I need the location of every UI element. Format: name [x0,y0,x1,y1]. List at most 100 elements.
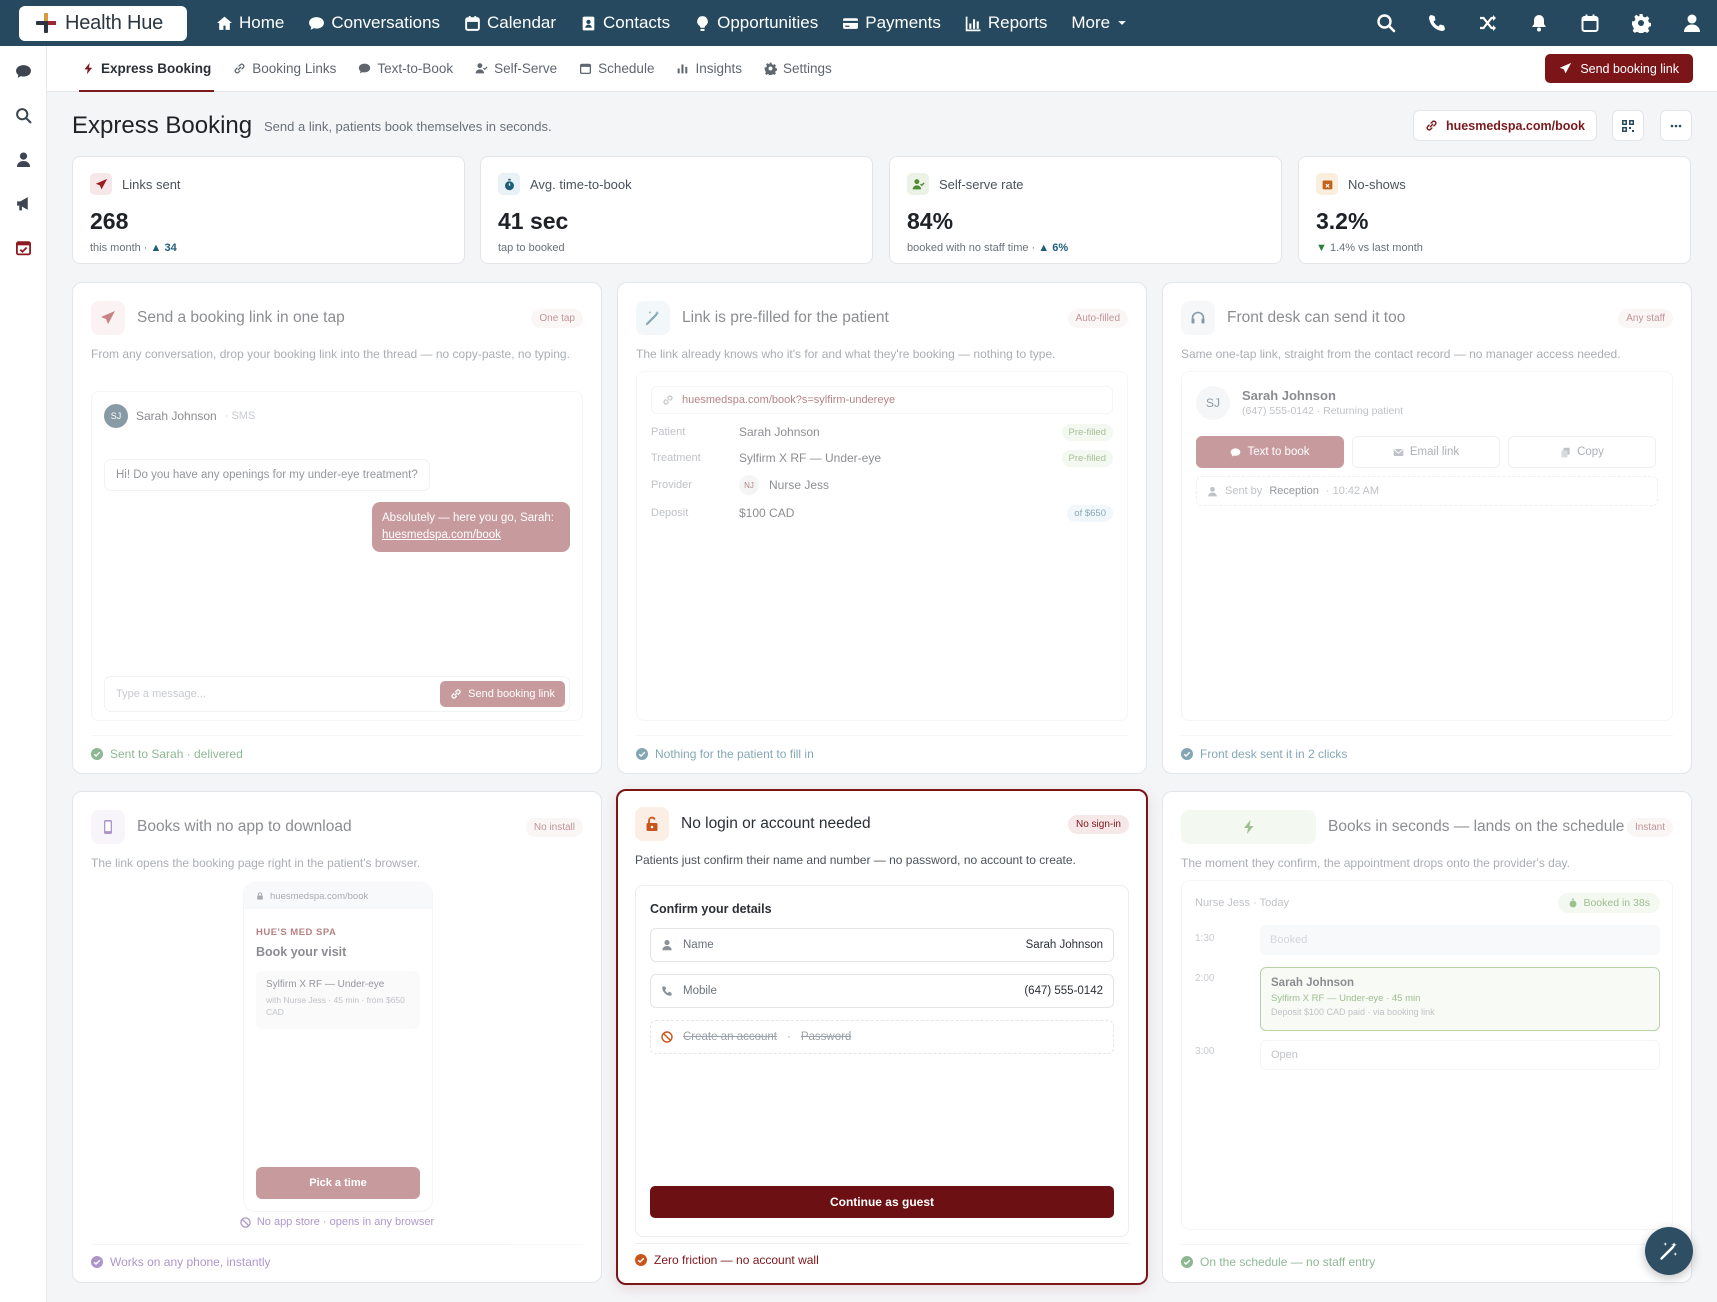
stat-value: 84% [907,208,954,234]
calendar-button[interactable] [1564,0,1615,46]
more-options-button[interactable] [1660,110,1692,141]
channel-label: · SMS [224,410,256,422]
prefill-row-treatment: Treatment Sylfirm X RF — Under-eye Pre-fil… [651,446,1113,470]
user-icon [662,940,672,951]
stat-value: 3.2% [1316,208,1369,234]
tab-label: Text-to-Book [377,61,454,76]
email-link-button[interactable]: Email link [1352,436,1500,468]
provider-avatar: NJ [739,475,759,495]
card-badge: Any staff [1618,308,1673,328]
qr-code-icon [1622,119,1634,132]
slot-booked: Booked [1260,925,1660,955]
qr-code-button[interactable] [1612,110,1644,141]
nav-calendar[interactable]: Calendar [452,0,568,46]
gear-icon [764,62,777,75]
spa-name: HUE'S MED SPA [256,927,337,938]
check-circle-icon [635,1254,647,1266]
page-subtitle: Send a link, patients book themselves in… [264,119,552,134]
card-description: Patients just confirm their name and num… [635,853,1076,867]
row-label: Provider [651,479,692,491]
search-button[interactable] [1360,0,1411,46]
nav-contacts[interactable]: Contacts [568,0,682,46]
stopwatch-icon [1570,898,1577,908]
rail-contacts[interactable] [0,137,47,181]
tab-settings[interactable]: Settings [753,46,843,92]
nav-payments[interactable]: Payments [830,0,953,46]
card-footer: Sent to Sarah · delivered [91,744,583,764]
button-label: Text to book [1247,446,1310,458]
nav-opportunities[interactable]: Opportunities [682,0,830,46]
megaphone-icon [17,196,28,210]
continue-as-guest-button[interactable]: Continue as guest [650,1186,1114,1218]
ai-assistant-button[interactable] [1645,1227,1693,1275]
send-booking-link-button[interactable]: Send booking link [1545,54,1693,83]
outgoing-text: Absolutely — here you go, Sarah: [382,512,554,524]
shuffle-button[interactable] [1462,0,1513,46]
check-circle-icon [636,748,648,760]
slot-time: 1:30 [1195,933,1215,944]
send-booking-link-inline-button[interactable]: Send booking link [440,681,565,707]
slot-time: 2:00 [1195,973,1215,984]
text-to-book-button[interactable]: Text to book [1196,436,1344,468]
copy-link-button[interactable]: Copy [1508,436,1656,468]
user-icon [1683,14,1700,32]
mobile-field[interactable]: Mobile (647) 555-0142 [650,974,1114,1008]
card-description: From any conversation, drop your booking… [91,347,570,361]
tab-schedule[interactable]: Schedule [568,46,665,92]
rail-marketing[interactable] [0,181,47,225]
new-appointment[interactable]: Sarah Johnson Sylfirm X RF — Under-eye ·… [1260,967,1660,1031]
chat-icon [16,64,31,78]
stopwatch-icon [498,173,520,195]
booking-link[interactable]: huesmedspa.com/book [382,529,501,541]
note-text: No app store · opens in any browser [256,1216,435,1228]
settings-button[interactable] [1615,0,1666,46]
tab-express-booking[interactable]: Express Booking [71,46,222,92]
booking-url-button[interactable]: huesmedspa.com/book [1413,110,1597,141]
page-title: Express Booking [72,112,253,139]
link-icon [1426,120,1437,131]
card-title: Link is pre-filled for the patient [682,309,889,326]
stat-value: 41 sec [498,208,569,234]
shuffle-icon [1479,15,1496,31]
tab-label: Express Booking [101,61,212,76]
schedule-header: Nurse Jess · Today [1195,897,1289,909]
rail-conversations[interactable] [0,49,47,93]
message-composer[interactable]: Type a message... Send booking link [104,676,570,712]
nav-reports[interactable]: Reports [953,0,1060,46]
footer-text: On the schedule — no staff entry [1200,1255,1376,1269]
card-no-login: No login or account needed No sign-in Pat… [616,789,1148,1285]
bar-chart-icon [965,16,981,31]
phone-button[interactable] [1411,0,1462,46]
pick-a-time-button[interactable]: Pick a time [256,1167,420,1199]
sender-name: Reception [1269,485,1319,497]
nav-conversations[interactable]: Conversations [296,0,452,46]
calendar-icon [1581,14,1598,32]
card-title: Front desk can send it too [1227,309,1406,326]
appointment-patient: Sarah Johnson [1271,977,1355,989]
card-description: The link opens the booking page right in… [91,856,421,870]
tab-self-serve[interactable]: Self-Serve [464,46,568,92]
tab-label: Schedule [598,61,655,76]
link-icon [663,395,673,405]
service-option[interactable]: Sylfirm X RF — Under-eye with Nurse Jess… [256,971,420,1029]
name-field[interactable]: Name Sarah Johnson [650,928,1114,962]
card-badge: One tap [531,308,583,328]
nav-home[interactable]: Home [204,0,296,46]
prefilled-url: huesmedspa.com/book?s=sylfirm-undereye [682,394,896,406]
notifications-button[interactable] [1513,0,1564,46]
stat-label: Self-serve rate [939,176,1024,192]
mobile-phone-icon [91,810,125,844]
tab-insights[interactable]: Insights [665,46,753,92]
prefilled-badge: Pre-filled [1061,423,1113,441]
nav-more[interactable]: More [1059,0,1140,46]
slot-open[interactable]: Open [1260,1040,1660,1070]
account-button[interactable] [1666,0,1717,46]
phone-icon [1428,15,1445,31]
prefilled-url-field[interactable]: huesmedspa.com/book?s=sylfirm-undereye [651,386,1113,414]
rail-search[interactable] [0,93,47,137]
brand-logo[interactable]: Health Hue [19,5,187,41]
tab-text-to-book[interactable]: Text-to-Book [347,46,464,92]
rail-bookings[interactable] [0,225,47,269]
tab-booking-links[interactable]: Booking Links [222,46,347,92]
composer-placeholder: Type a message... [116,688,206,700]
